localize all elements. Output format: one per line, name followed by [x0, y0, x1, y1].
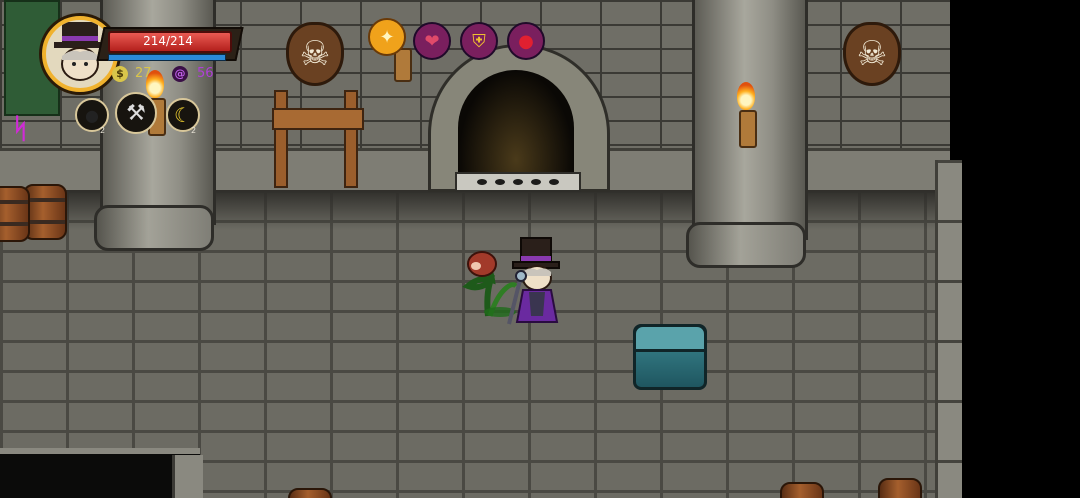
floor-grate: [455, 172, 581, 192]
game-scene[interactable]: ☠ ☠ ᛋ 214/214 $ 27 @ 56 ● 2 ⚒ ☾ 2 ✦ ❤ ⛨ …: [0, 0, 1080, 498]
gold-count: 27: [135, 66, 152, 81]
barrel[interactable]: [288, 488, 332, 498]
heart-relic-icon[interactable]: ❤: [413, 22, 451, 60]
barrel[interactable]: [780, 482, 824, 498]
hp-text: 214/214: [143, 34, 193, 48]
skull-icon: ☠: [299, 34, 331, 74]
mp-bar: [108, 54, 226, 61]
doorway-opening[interactable]: [458, 70, 574, 182]
player-character: [505, 236, 569, 328]
pit-edge: [172, 455, 203, 498]
skull-icon: ☠: [856, 34, 888, 74]
barrel[interactable]: [878, 478, 922, 498]
soul-count: 56: [197, 66, 214, 81]
skull-plaque: ☠: [843, 22, 901, 86]
apple-icon[interactable]: ●: [507, 22, 545, 60]
banana-count: 2: [191, 126, 197, 135]
floor-pit: [0, 448, 200, 498]
soul-swirl-icon: @: [172, 66, 188, 82]
gold-coin-icon: $: [112, 66, 128, 82]
wooden-stocks: [272, 90, 364, 188]
helmet-icon[interactable]: ⛨: [460, 22, 498, 60]
chest-lid: [633, 324, 707, 352]
right-wall: [935, 160, 962, 498]
bomb-count: 2: [100, 126, 106, 135]
right-pillar-base: [686, 222, 806, 268]
torch-flame-icon: [737, 82, 755, 110]
torch-holder: [739, 110, 757, 148]
skull-plaque: ☠: [286, 22, 344, 86]
barrel[interactable]: [0, 186, 30, 242]
left-pillar-base: [94, 205, 214, 251]
rune-icon: ᛋ: [12, 112, 29, 145]
dark-void: [950, 0, 1080, 498]
treasure-chest[interactable]: [633, 324, 707, 390]
flame-shield-icon[interactable]: ✦: [368, 18, 406, 56]
pickaxe-icon[interactable]: ⚒: [115, 92, 157, 134]
